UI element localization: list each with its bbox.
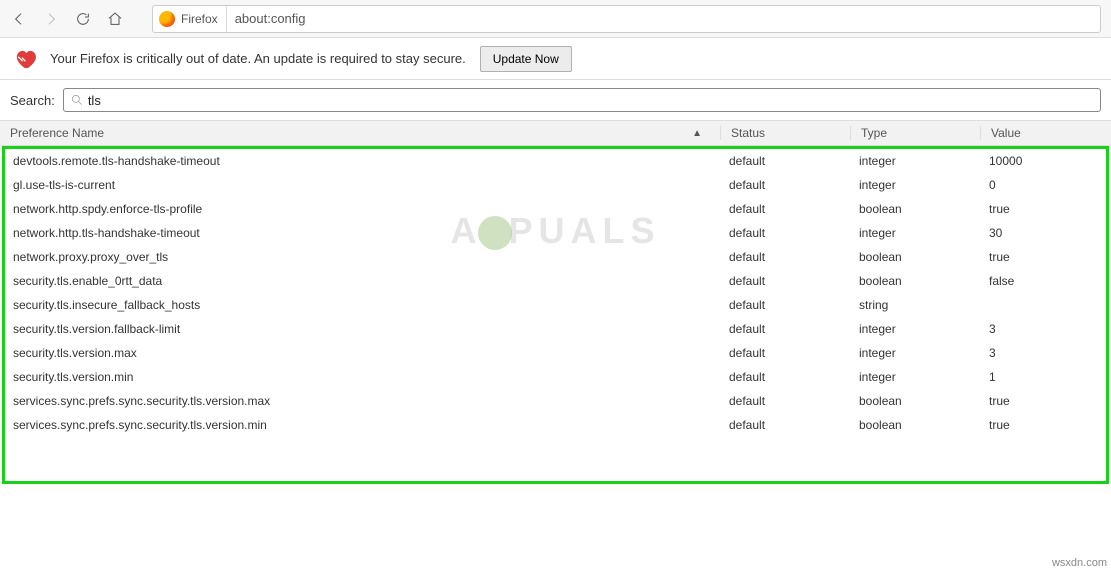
cell-name: security.tls.version.min <box>5 370 721 384</box>
sort-indicator-icon: ▲ <box>692 128 702 139</box>
cell-value: true <box>981 418 1106 432</box>
firefox-icon <box>159 11 175 27</box>
cell-value: 3 <box>981 346 1106 360</box>
nav-toolbar: Firefox about:config <box>0 0 1111 38</box>
cell-value: 0 <box>981 178 1106 192</box>
table-row[interactable]: security.tls.version.fallback-limitdefau… <box>5 317 1106 341</box>
cell-status: default <box>721 298 851 312</box>
column-header-value[interactable]: Value <box>980 126 1111 140</box>
cell-name: security.tls.insecure_fallback_hosts <box>5 298 721 312</box>
table-row[interactable]: devtools.remote.tls-handshake-timeoutdef… <box>5 149 1106 173</box>
cell-name: security.tls.version.max <box>5 346 721 360</box>
credit-label: wsxdn.com <box>1052 557 1107 569</box>
table-row[interactable]: network.proxy.proxy_over_tlsdefaultboole… <box>5 245 1106 269</box>
cell-name: network.http.tls-handshake-timeout <box>5 226 721 240</box>
heart-icon <box>14 49 36 69</box>
cell-value: 3 <box>981 322 1106 336</box>
back-button[interactable] <box>4 4 34 34</box>
search-label: Search: <box>10 93 55 108</box>
update-notice-text: Your Firefox is critically out of date. … <box>50 51 466 66</box>
table-row[interactable]: services.sync.prefs.sync.security.tls.ve… <box>5 389 1106 413</box>
table-row[interactable]: network.http.spdy.enforce-tls-profiledef… <box>5 197 1106 221</box>
identity-label: Firefox <box>181 12 218 26</box>
cell-type: integer <box>851 322 981 336</box>
cell-status: default <box>721 394 851 408</box>
update-now-button[interactable]: Update Now <box>480 46 572 72</box>
cell-name: security.tls.version.fallback-limit <box>5 322 721 336</box>
url-bar[interactable]: Firefox about:config <box>152 5 1101 33</box>
table-row[interactable]: gl.use-tls-is-currentdefaultinteger0 <box>5 173 1106 197</box>
column-header-type-label: Type <box>861 126 887 140</box>
cell-type: string <box>851 298 981 312</box>
cell-name: services.sync.prefs.sync.security.tls.ve… <box>5 394 721 408</box>
cell-value: false <box>981 274 1106 288</box>
preferences-rows: devtools.remote.tls-handshake-timeoutdef… <box>2 146 1109 484</box>
column-headers: Preference Name ▲ Status Type Value <box>0 120 1111 146</box>
table-row[interactable]: security.tls.enable_0rtt_datadefaultbool… <box>5 269 1106 293</box>
cell-name: devtools.remote.tls-handshake-timeout <box>5 154 721 168</box>
table-row[interactable]: security.tls.insecure_fallback_hostsdefa… <box>5 293 1106 317</box>
cell-type: boolean <box>851 202 981 216</box>
cell-name: gl.use-tls-is-current <box>5 178 721 192</box>
cell-value: 30 <box>981 226 1106 240</box>
cell-status: default <box>721 250 851 264</box>
search-box[interactable] <box>63 88 1101 112</box>
cell-name: security.tls.enable_0rtt_data <box>5 274 721 288</box>
column-header-status[interactable]: Status <box>720 126 850 140</box>
cell-value: true <box>981 394 1106 408</box>
home-button[interactable] <box>100 4 130 34</box>
cell-status: default <box>721 226 851 240</box>
column-header-status-label: Status <box>731 126 765 140</box>
update-notification: Your Firefox is critically out of date. … <box>0 38 1111 80</box>
url-text: about:config <box>235 11 306 26</box>
cell-status: default <box>721 154 851 168</box>
cell-type: integer <box>851 226 981 240</box>
cell-name: network.proxy.proxy_over_tls <box>5 250 721 264</box>
search-input[interactable] <box>88 93 1094 108</box>
cell-type: integer <box>851 370 981 384</box>
column-header-name-label: Preference Name <box>10 126 104 140</box>
cell-value: true <box>981 250 1106 264</box>
identity-box[interactable]: Firefox <box>159 6 227 32</box>
cell-value: true <box>981 202 1106 216</box>
cell-type: integer <box>851 154 981 168</box>
preferences-grid: Preference Name ▲ Status Type Value devt… <box>0 120 1111 484</box>
cell-status: default <box>721 178 851 192</box>
cell-type: boolean <box>851 394 981 408</box>
column-header-value-label: Value <box>991 126 1021 140</box>
cell-status: default <box>721 418 851 432</box>
cell-type: boolean <box>851 418 981 432</box>
cell-type: integer <box>851 346 981 360</box>
table-row[interactable]: security.tls.version.maxdefaultinteger3 <box>5 341 1106 365</box>
table-row[interactable]: services.sync.prefs.sync.security.tls.ve… <box>5 413 1106 437</box>
cell-type: boolean <box>851 250 981 264</box>
cell-name: network.http.spdy.enforce-tls-profile <box>5 202 721 216</box>
cell-status: default <box>721 322 851 336</box>
forward-button <box>36 4 66 34</box>
cell-status: default <box>721 202 851 216</box>
cell-type: boolean <box>851 274 981 288</box>
cell-value: 10000 <box>981 154 1106 168</box>
search-icon <box>70 93 84 107</box>
table-row[interactable]: security.tls.version.mindefaultinteger1 <box>5 365 1106 389</box>
cell-status: default <box>721 370 851 384</box>
cell-status: default <box>721 274 851 288</box>
search-row: Search: <box>0 80 1111 120</box>
reload-button[interactable] <box>68 4 98 34</box>
table-row[interactable]: network.http.tls-handshake-timeoutdefaul… <box>5 221 1106 245</box>
column-header-name[interactable]: Preference Name ▲ <box>0 126 720 140</box>
cell-value: 1 <box>981 370 1106 384</box>
cell-type: integer <box>851 178 981 192</box>
cell-name: services.sync.prefs.sync.security.tls.ve… <box>5 418 721 432</box>
column-header-type[interactable]: Type <box>850 126 980 140</box>
cell-status: default <box>721 346 851 360</box>
